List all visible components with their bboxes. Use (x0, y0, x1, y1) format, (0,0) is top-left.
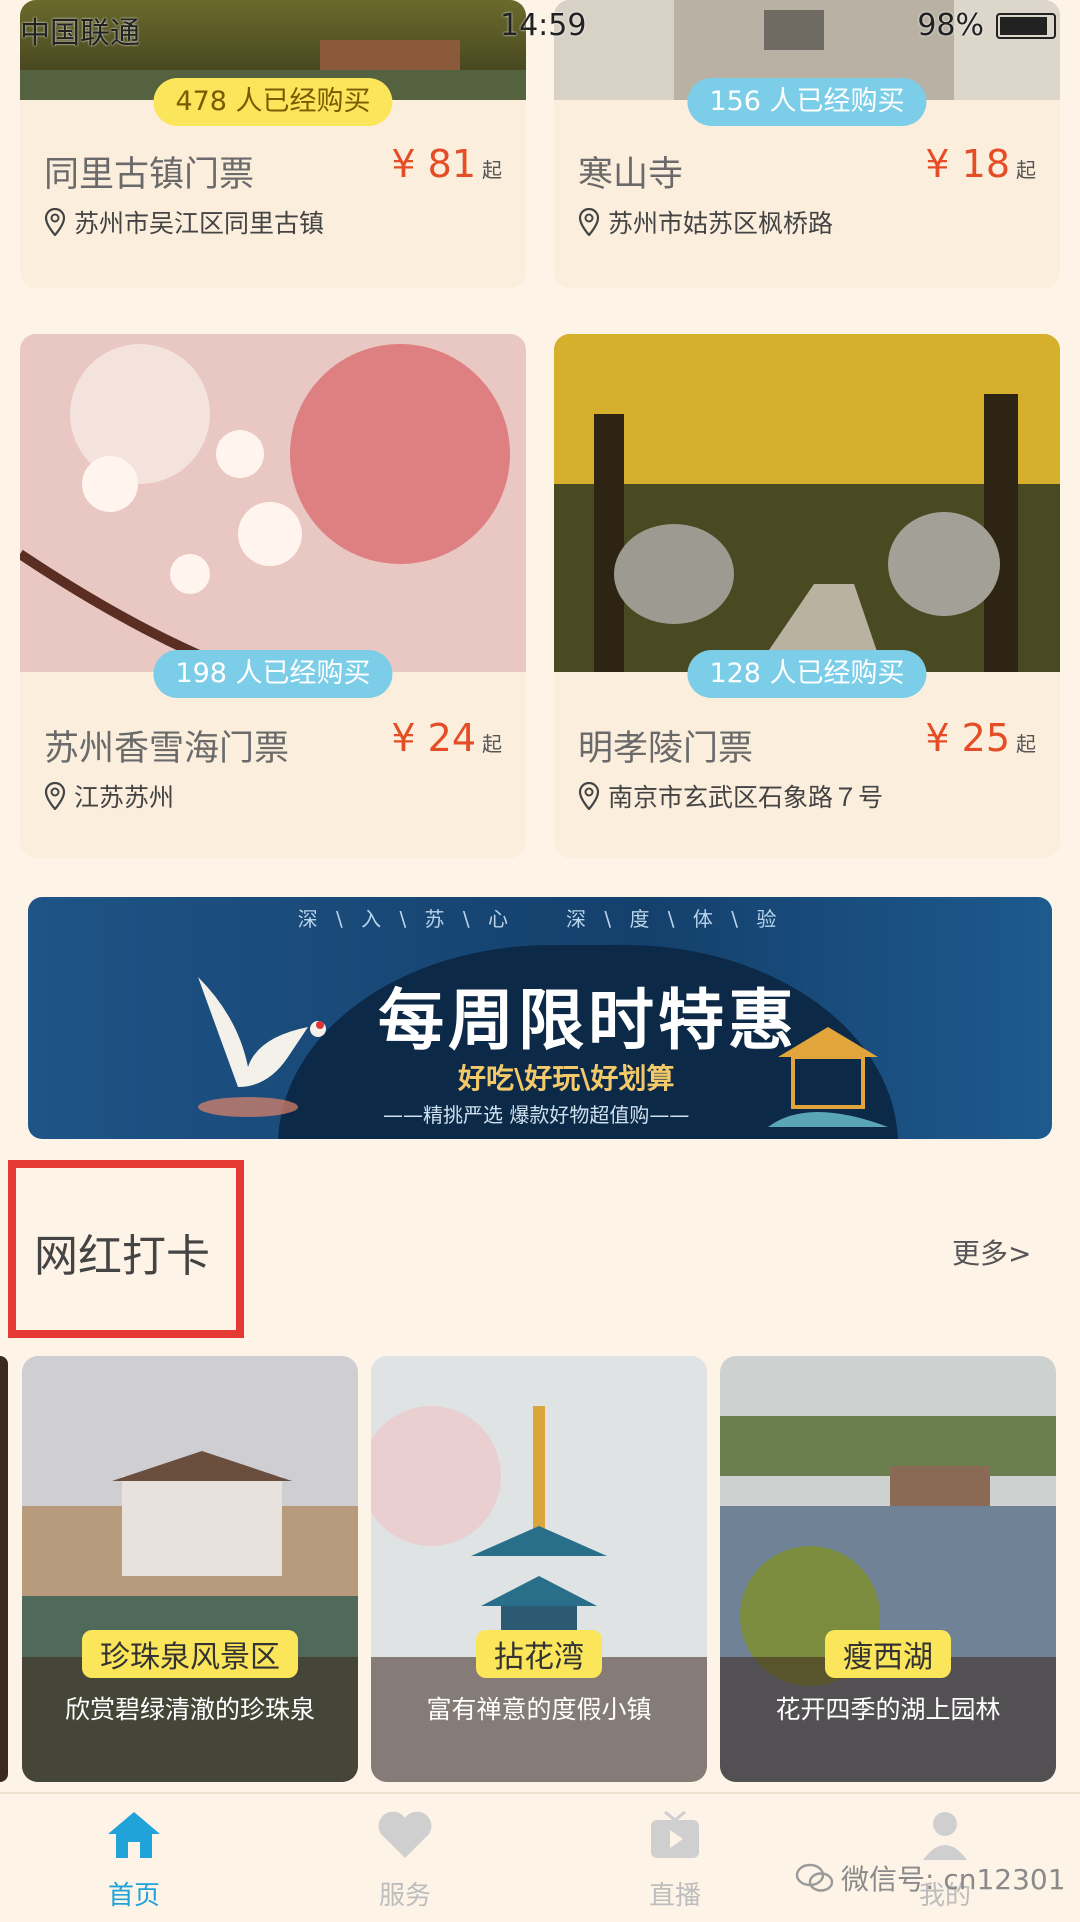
ticket-location: 苏州市姑苏区枫桥路 (578, 204, 833, 240)
tab-label: 首页 (107, 1881, 160, 1911)
more-link[interactable]: 更多> (952, 1232, 1031, 1272)
promo-banner[interactable]: 深 \ 入 \ 苏 \ 心 深 \ 度 \ 体 \ 验 每周限时特惠 好吃\好玩… (28, 897, 1052, 1139)
purchase-count-badge: 128 人已经购买 (687, 650, 927, 698)
location-pin-icon (44, 782, 66, 810)
ticket-card[interactable]: 128 人已经购买 明孝陵门票 ¥ 25 起 南京市玄武区石象路７号 (554, 334, 1060, 858)
purchase-count-badge: 478 人已经购买 (153, 78, 393, 126)
tab-home[interactable]: 首页 (74, 1808, 194, 1912)
person-icon (923, 1812, 967, 1860)
status-right: 98% (917, 8, 1056, 43)
ticket-title: 苏州香雪海门票 (44, 729, 290, 769)
ticket-title: 明孝陵门票 (578, 729, 754, 769)
tab-service[interactable]: 服务 (345, 1808, 465, 1912)
scenic-tag: 瘦西湖 (825, 1630, 951, 1678)
ticket-price: ¥ 25 起 (925, 716, 1036, 760)
heart-icon (378, 1811, 432, 1858)
location-pin-icon (578, 208, 600, 236)
banner-slogan: ——精挑严选 爆款好物超值购—— (383, 1103, 690, 1127)
location-pin-icon (44, 208, 66, 236)
scenic-card[interactable]: 拈花湾 富有禅意的度假小镇 (371, 1356, 707, 1782)
scenic-tag: 拈花湾 (476, 1630, 602, 1678)
ticket-title: 同里古镇门票 (44, 155, 255, 195)
banner-headline: 每周限时特惠 (378, 982, 798, 1059)
wechat-icon (795, 1863, 834, 1892)
tab-label: 服务 (378, 1881, 431, 1911)
battery-icon (996, 12, 1056, 39)
banner-top-text: 深 \ 入 \ 苏 \ 心 深 \ 度 \ 体 \ 验 (297, 907, 783, 931)
tab-label: 直播 (648, 1881, 701, 1911)
scenic-description: 富有禅意的度假小镇 (426, 1695, 652, 1724)
ticket-price: ¥ 81 起 (391, 142, 502, 186)
clock: 14:59 (500, 8, 587, 43)
carrier-label: 中国联通 (20, 16, 140, 51)
ticket-location: 苏州市吴江区同里古镇 (44, 204, 324, 240)
home-icon (108, 1812, 160, 1858)
tab-bar: 首页 服务 直播 我的 (0, 1792, 1080, 1922)
location-pin-icon (578, 782, 600, 810)
highlight-box (8, 1160, 244, 1338)
ticket-image (20, 334, 526, 672)
status-bar: 中国联通 14:59 98% (0, 0, 1080, 54)
battery-percent: 98% (917, 8, 984, 43)
ticket-title: 寒山寺 (578, 155, 684, 195)
wechat-watermark: 微信号: cn12301 (795, 1858, 1066, 1898)
banner-subtitle: 好吃\好玩\好划算 (458, 1062, 675, 1095)
ticket-location: 江苏苏州 (44, 778, 174, 814)
previous-card-edge (0, 1356, 8, 1782)
tab-live[interactable]: 直播 (615, 1808, 735, 1912)
purchase-count-badge: 198 人已经购买 (153, 650, 393, 698)
scenic-description: 欣赏碧绿清澈的珍珠泉 (64, 1695, 315, 1724)
tv-play-icon (651, 1810, 699, 1858)
purchase-count-badge: 156 人已经购买 (687, 78, 927, 126)
pavilion-icon (768, 1027, 888, 1127)
scenic-description: 花开四季的湖上园林 (775, 1695, 1001, 1724)
ticket-price: ¥ 24 起 (391, 716, 502, 760)
scenic-card[interactable]: 瘦西湖 花开四季的湖上园林 (720, 1356, 1056, 1782)
crane-icon (198, 977, 326, 1117)
ticket-card[interactable]: 198 人已经购买 苏州香雪海门票 ¥ 24 起 江苏苏州 (20, 334, 526, 858)
scenic-tag: 珍珠泉风景区 (82, 1630, 298, 1678)
ticket-price: ¥ 18 起 (925, 142, 1036, 186)
scenic-card[interactable]: 珍珠泉风景区 欣赏碧绿清澈的珍珠泉 (22, 1356, 358, 1782)
ticket-image (554, 334, 1060, 672)
ticket-location: 南京市玄武区石象路７号 (578, 778, 883, 814)
